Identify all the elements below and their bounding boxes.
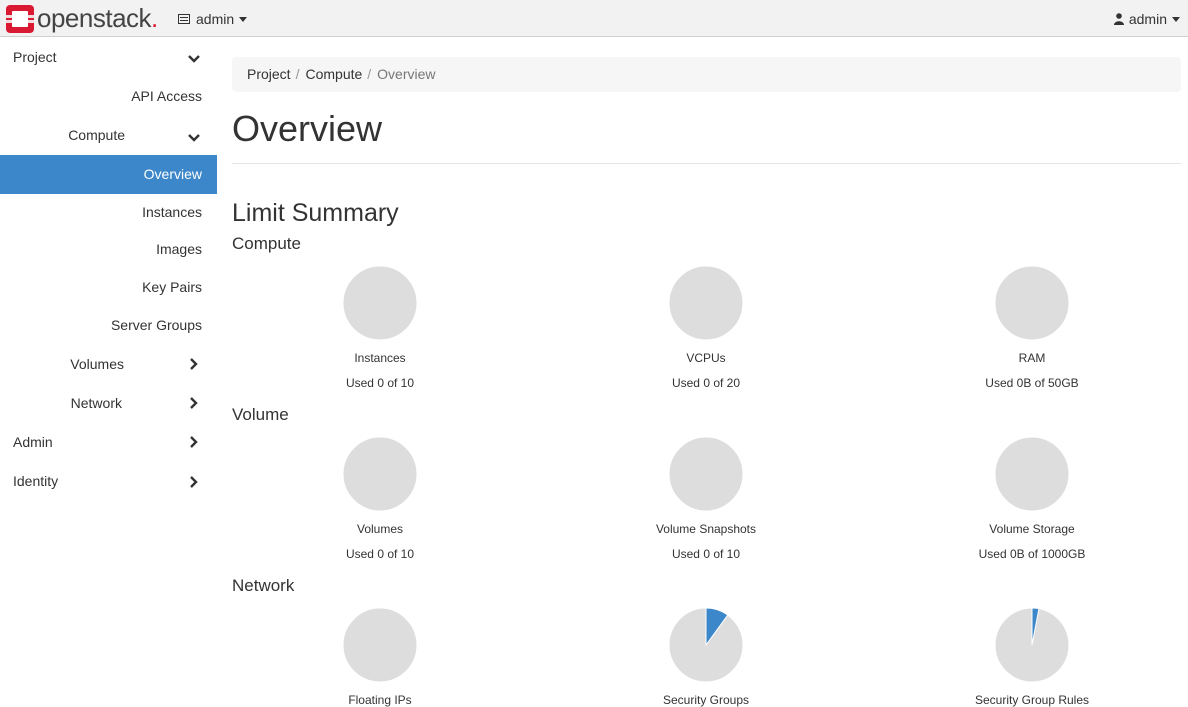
sidebar-item-label: Admin (13, 434, 53, 450)
chart-instances: Instances Used 0 of 10 (280, 265, 480, 390)
openstack-logo[interactable]: openstack. (6, 2, 158, 33)
sidebar-item-label: Instances (142, 204, 202, 220)
sidebar-item-label: Identity (13, 473, 59, 489)
pie-background (668, 265, 744, 341)
pie-chart (668, 265, 744, 341)
sidebar-item-label: Server Groups (110, 317, 202, 333)
chart-label: Volumes (356, 522, 404, 536)
sidebar-item-label: Overview (143, 166, 202, 182)
brand-name: openstack (37, 2, 152, 33)
chart-volume-storage: Volume Storage Used 0B of 1000GB (932, 436, 1132, 561)
user-menu[interactable]: admin (1113, 11, 1180, 27)
pie-chart (994, 607, 1070, 683)
section-compute-heading: Compute (232, 234, 301, 253)
chart-floating-ips: Floating IPs (280, 607, 480, 707)
section-volume-heading: Volume (232, 405, 289, 424)
pie-background (342, 607, 418, 683)
chart-ram: RAM Used 0B of 50GB (932, 265, 1132, 390)
openstack-logo-icon (6, 5, 34, 33)
breadcrumb: Project / Compute / Overview (232, 57, 1181, 92)
sidebar: Project API Access Compute Overview Inst… (0, 38, 217, 501)
chevron-right-icon (190, 436, 198, 448)
chart-volumes: Volumes Used 0 of 10 (280, 436, 480, 561)
chart-label: Volume Snapshots (655, 522, 757, 536)
sidebar-item-label: Volumes (70, 356, 124, 372)
chart-usage: Used 0 of 10 (345, 547, 415, 561)
sidebar-item-server-groups[interactable]: Server Groups (0, 306, 217, 344)
sidebar-item-network[interactable]: Network (0, 384, 217, 423)
pie-background (342, 265, 418, 341)
caret-down-icon (1172, 16, 1180, 22)
chart-security-group-rules: Security Group Rules (932, 607, 1132, 707)
sidebar-item-api-access[interactable]: API Access (0, 77, 217, 116)
pie-chart (342, 607, 418, 683)
brand-dot: . (151, 2, 158, 33)
sidebar-item-label: Images (156, 241, 202, 257)
sidebar-item-instances[interactable]: Instances (0, 194, 217, 231)
chart-security-groups: Security Groups (606, 607, 806, 707)
sidebar-item-compute[interactable]: Compute (0, 116, 217, 155)
sidebar-item-label: API Access (131, 88, 202, 104)
pie-background (994, 265, 1070, 341)
sidebar-item-admin[interactable]: Admin (0, 423, 217, 462)
limit-summary-heading: Limit Summary (232, 199, 399, 227)
chart-label: RAM (1018, 351, 1046, 365)
divider (232, 163, 1181, 164)
page-title: Overview (232, 108, 383, 149)
section-network-heading: Network (232, 576, 295, 595)
server-icon (178, 14, 190, 24)
pie-chart (342, 265, 418, 341)
pie-background (994, 436, 1070, 512)
pie-chart (994, 265, 1070, 341)
sidebar-item-label: Compute (68, 127, 125, 143)
chevron-down-icon (188, 55, 200, 63)
breadcrumb-current: Overview (377, 66, 436, 82)
top-navbar: openstack. admin admin (0, 0, 1188, 37)
caret-down-icon (239, 16, 248, 22)
chart-vcpus: VCPUs Used 0 of 20 (606, 265, 806, 390)
chart-usage: Used 0 of 10 (671, 547, 741, 561)
user-icon (1113, 13, 1124, 25)
chart-volume-snapshots: Volume Snapshots Used 0 of 10 (606, 436, 806, 561)
pie-chart (668, 436, 744, 512)
sidebar-item-project[interactable]: Project (0, 38, 217, 77)
chart-label: Instances (354, 351, 406, 365)
chart-usage: Used 0B of 50GB (985, 376, 1079, 390)
pie-chart (342, 436, 418, 512)
chevron-right-icon (190, 476, 198, 488)
chevron-right-icon (190, 397, 198, 409)
project-switcher[interactable]: admin (178, 11, 248, 27)
sidebar-item-volumes[interactable]: Volumes (0, 344, 217, 384)
sidebar-item-images[interactable]: Images (0, 231, 217, 268)
breadcrumb-separator: / (295, 66, 300, 82)
sidebar-item-label: Key Pairs (142, 279, 202, 295)
breadcrumb-separator: / (367, 66, 372, 82)
chevron-right-icon (190, 358, 198, 370)
sidebar-item-overview[interactable]: Overview (0, 155, 217, 194)
pie-background (668, 436, 744, 512)
sidebar-item-label: Project (13, 49, 57, 65)
project-switcher-label: admin (196, 11, 235, 27)
sidebar-item-identity[interactable]: Identity (0, 462, 217, 501)
pie-chart (994, 436, 1070, 512)
breadcrumb-project-link[interactable]: Project (247, 66, 291, 82)
breadcrumb-compute-link[interactable]: Compute (305, 66, 362, 82)
user-menu-label: admin (1128, 11, 1167, 27)
pie-background (342, 436, 418, 512)
sidebar-item-key-pairs[interactable]: Key Pairs (0, 268, 217, 306)
chart-usage: Used 0 of 10 (345, 376, 415, 390)
chevron-down-icon (188, 134, 200, 142)
pie-chart (668, 607, 744, 683)
chart-label: VCPUs (686, 351, 726, 365)
chart-label: Volume Storage (989, 522, 1075, 536)
chart-usage: Used 0 of 20 (671, 376, 741, 390)
chart-usage: Used 0B of 1000GB (978, 547, 1086, 561)
sidebar-item-label: Network (70, 395, 122, 411)
